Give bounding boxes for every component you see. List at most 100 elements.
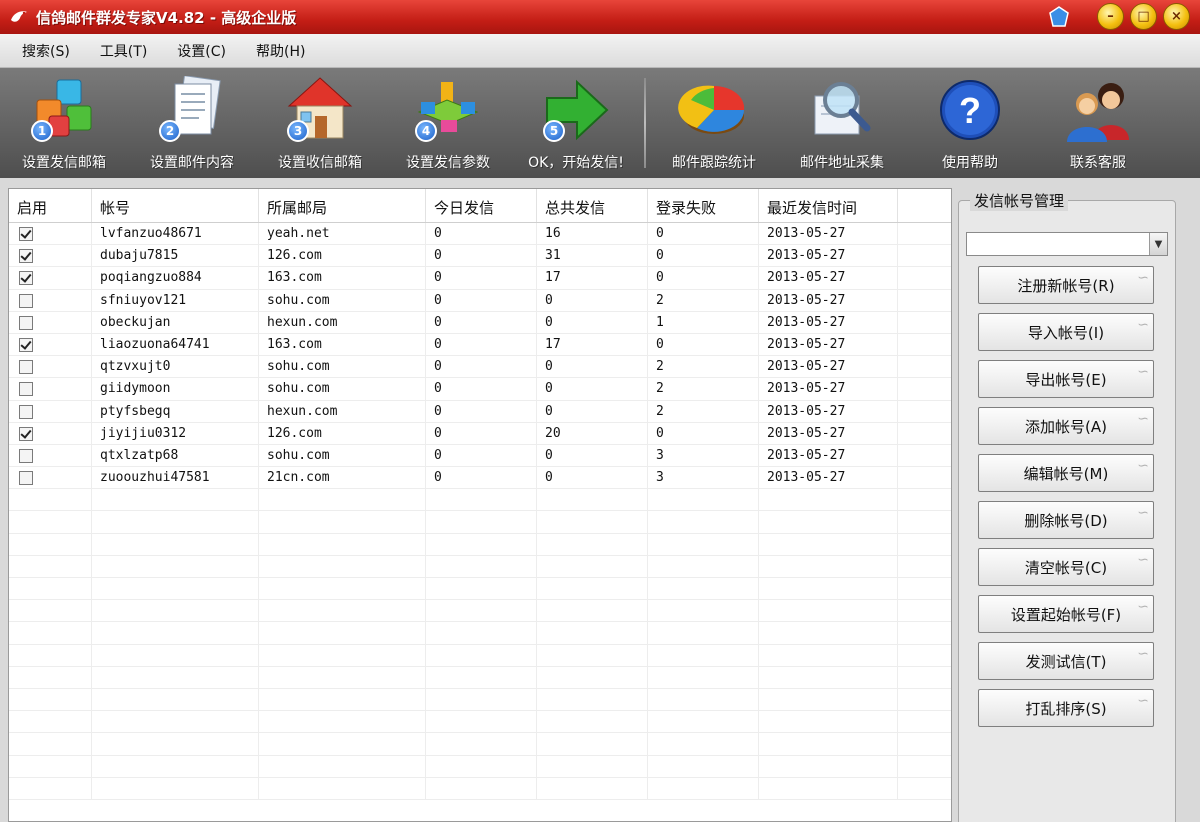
table-row[interactable] (9, 600, 951, 623)
enable-checkbox[interactable] (19, 382, 33, 397)
enable-checkbox[interactable] (19, 360, 33, 375)
enable-checkbox[interactable] (19, 271, 33, 286)
menu-settings[interactable]: 设置(C) (163, 37, 240, 65)
table-row[interactable] (9, 644, 951, 667)
cell-total (537, 600, 648, 622)
col-last-time[interactable]: 最近发信时间 (759, 189, 898, 222)
table-row[interactable] (9, 489, 951, 512)
skin-gem-icon[interactable] (1047, 5, 1071, 29)
table-row[interactable] (9, 688, 951, 712)
clear-accounts-button[interactable]: 清空帐号(C) ∽ (978, 548, 1154, 586)
table-row[interactable] (9, 578, 951, 601)
menu-search[interactable]: 搜索(S) (8, 37, 84, 65)
add-account-button[interactable]: 添加帐号(A) ∽ (978, 407, 1154, 445)
menu-help[interactable]: 帮助(H) (242, 37, 319, 65)
cell-last: 2013-05-27 (759, 289, 898, 311)
step-badge-4: 4 (415, 120, 437, 142)
button-label: 导出帐号(E) (1025, 370, 1107, 389)
swirl-decoration-icon: ∽ (1137, 693, 1149, 709)
chevron-down-icon[interactable]: ▼ (1149, 233, 1167, 255)
shuffle-order-button[interactable]: 打乱排序(S) ∽ (978, 689, 1154, 727)
tool-step-4[interactable]: 4 设置发信参数 (384, 68, 512, 178)
close-button[interactable]: × (1163, 3, 1190, 30)
table-row[interactable]: sfniuyov121 sohu.com 0 0 2 2013-05-27 (9, 289, 951, 312)
minimize-button[interactable]: – (1097, 3, 1124, 30)
tool-step-1[interactable]: 1 设置发信邮箱 (0, 68, 128, 178)
table-row[interactable] (9, 555, 951, 578)
document-icon: 2 (155, 75, 229, 144)
table-row[interactable] (9, 622, 951, 645)
table-row[interactable] (9, 511, 951, 534)
cell-last: 2013-05-27 (759, 333, 898, 356)
enable-checkbox[interactable] (19, 471, 33, 486)
enable-checkbox[interactable] (19, 337, 33, 352)
table-row[interactable]: dubaju7815 126.com 0 31 0 2013-05-27 (9, 245, 951, 268)
cell-filler (898, 467, 951, 488)
pie-chart-icon (677, 76, 751, 144)
send-test-button[interactable]: 发测试信(T) ∽ (978, 642, 1154, 680)
tool-step-3[interactable]: 3 设置收信邮箱 (256, 68, 384, 178)
tool-label: 设置收信邮箱 (278, 155, 362, 171)
col-total[interactable]: 总共发信 (537, 189, 648, 222)
tool-contact-support[interactable]: 联系客服 (1034, 68, 1162, 178)
edit-account-button[interactable]: 编辑帐号(M) ∽ (978, 454, 1154, 492)
table-row[interactable]: zuoouzhui47581 21cn.com 0 0 3 2013-05-27 (9, 467, 951, 490)
enable-checkbox[interactable] (19, 249, 33, 264)
cell-account (92, 777, 259, 799)
title-bar: 信鸽邮件群发专家V4.82 - 高级企业版 – □ × (0, 0, 1200, 34)
col-fail[interactable]: 登录失败 (648, 189, 759, 222)
enable-checkbox[interactable] (19, 426, 33, 441)
cell-last (759, 578, 898, 600)
table-row[interactable]: lvfanzuo48671 yeah.net 0 16 0 2013-05-27 (9, 223, 951, 246)
table-row[interactable]: jiyijiu0312 126.com 0 20 0 2013-05-27 (9, 422, 951, 445)
enable-checkbox[interactable] (19, 404, 33, 419)
window-controls: – □ × (1047, 3, 1190, 30)
table-row[interactable]: ptyfsbegq hexun.com 0 0 2 2013-05-27 (9, 400, 951, 423)
cell-account (92, 555, 259, 577)
table-row[interactable]: qtxlzatp68 sohu.com 0 0 3 2013-05-27 (9, 444, 951, 468)
register-account-button[interactable]: 注册新帐号(R) ∽ (978, 266, 1154, 304)
cell-filler (898, 578, 951, 599)
account-combo[interactable]: ▼ (966, 232, 1168, 256)
table-row[interactable]: giidymoon sohu.com 0 0 2 2013-05-27 (9, 378, 951, 401)
enable-checkbox[interactable] (19, 227, 33, 241)
cell-total: 0 (537, 289, 648, 311)
cell-filler (898, 622, 951, 643)
tool-help[interactable]: ? 使用帮助 (906, 68, 1034, 178)
table-row[interactable] (9, 777, 951, 800)
table-row[interactable] (9, 711, 951, 734)
cell-domain: sohu.com (259, 378, 426, 400)
set-start-account-button[interactable]: 设置起始帐号(F) ∽ (978, 595, 1154, 633)
cell-enabled (9, 777, 92, 799)
cell-enabled (9, 378, 92, 400)
table-row[interactable]: liaozuona64741 163.com 0 17 0 2013-05-27 (9, 333, 951, 357)
menu-tools[interactable]: 工具(T) (86, 37, 161, 65)
tool-step-2[interactable]: 2 设置邮件内容 (128, 68, 256, 178)
enable-checkbox[interactable] (19, 448, 33, 463)
table-row[interactable]: obeckujan hexun.com 0 0 1 2013-05-27 (9, 311, 951, 334)
import-account-button[interactable]: 导入帐号(I) ∽ (978, 313, 1154, 351)
col-today[interactable]: 今日发信 (426, 189, 537, 222)
table-row[interactable]: qtzvxujt0 sohu.com 0 0 2 2013-05-27 (9, 356, 951, 379)
tool-mail-tracking[interactable]: 邮件跟踪统计 (650, 68, 778, 178)
export-account-button[interactable]: 导出帐号(E) ∽ (978, 360, 1154, 398)
cell-account (92, 600, 259, 622)
col-account[interactable]: 帐号 (92, 189, 259, 222)
table-row[interactable] (9, 755, 951, 778)
tool-step-5[interactable]: 5 OK，开始发信! (512, 68, 640, 178)
table-row[interactable] (9, 733, 951, 756)
col-enabled[interactable]: 启用 (9, 189, 92, 222)
delete-account-button[interactable]: 删除帐号(D) ∽ (978, 501, 1154, 539)
cell-domain (259, 533, 426, 555)
table-row[interactable] (9, 533, 951, 556)
table-row[interactable]: poqiangzuo884 163.com 0 17 0 2013-05-27 (9, 267, 951, 290)
cell-domain: hexun.com (259, 311, 426, 333)
swirl-decoration-icon: ∽ (1137, 552, 1149, 568)
enable-checkbox[interactable] (19, 293, 33, 308)
col-domain[interactable]: 所属邮局 (259, 189, 426, 222)
table-row[interactable] (9, 666, 951, 689)
enable-checkbox[interactable] (19, 315, 33, 330)
table-body: lvfanzuo48671 yeah.net 0 16 0 2013-05-27 dubaj… (9, 223, 951, 800)
tool-address-collect[interactable]: 邮件地址采集 (778, 68, 906, 178)
maximize-button[interactable]: □ (1130, 3, 1157, 30)
